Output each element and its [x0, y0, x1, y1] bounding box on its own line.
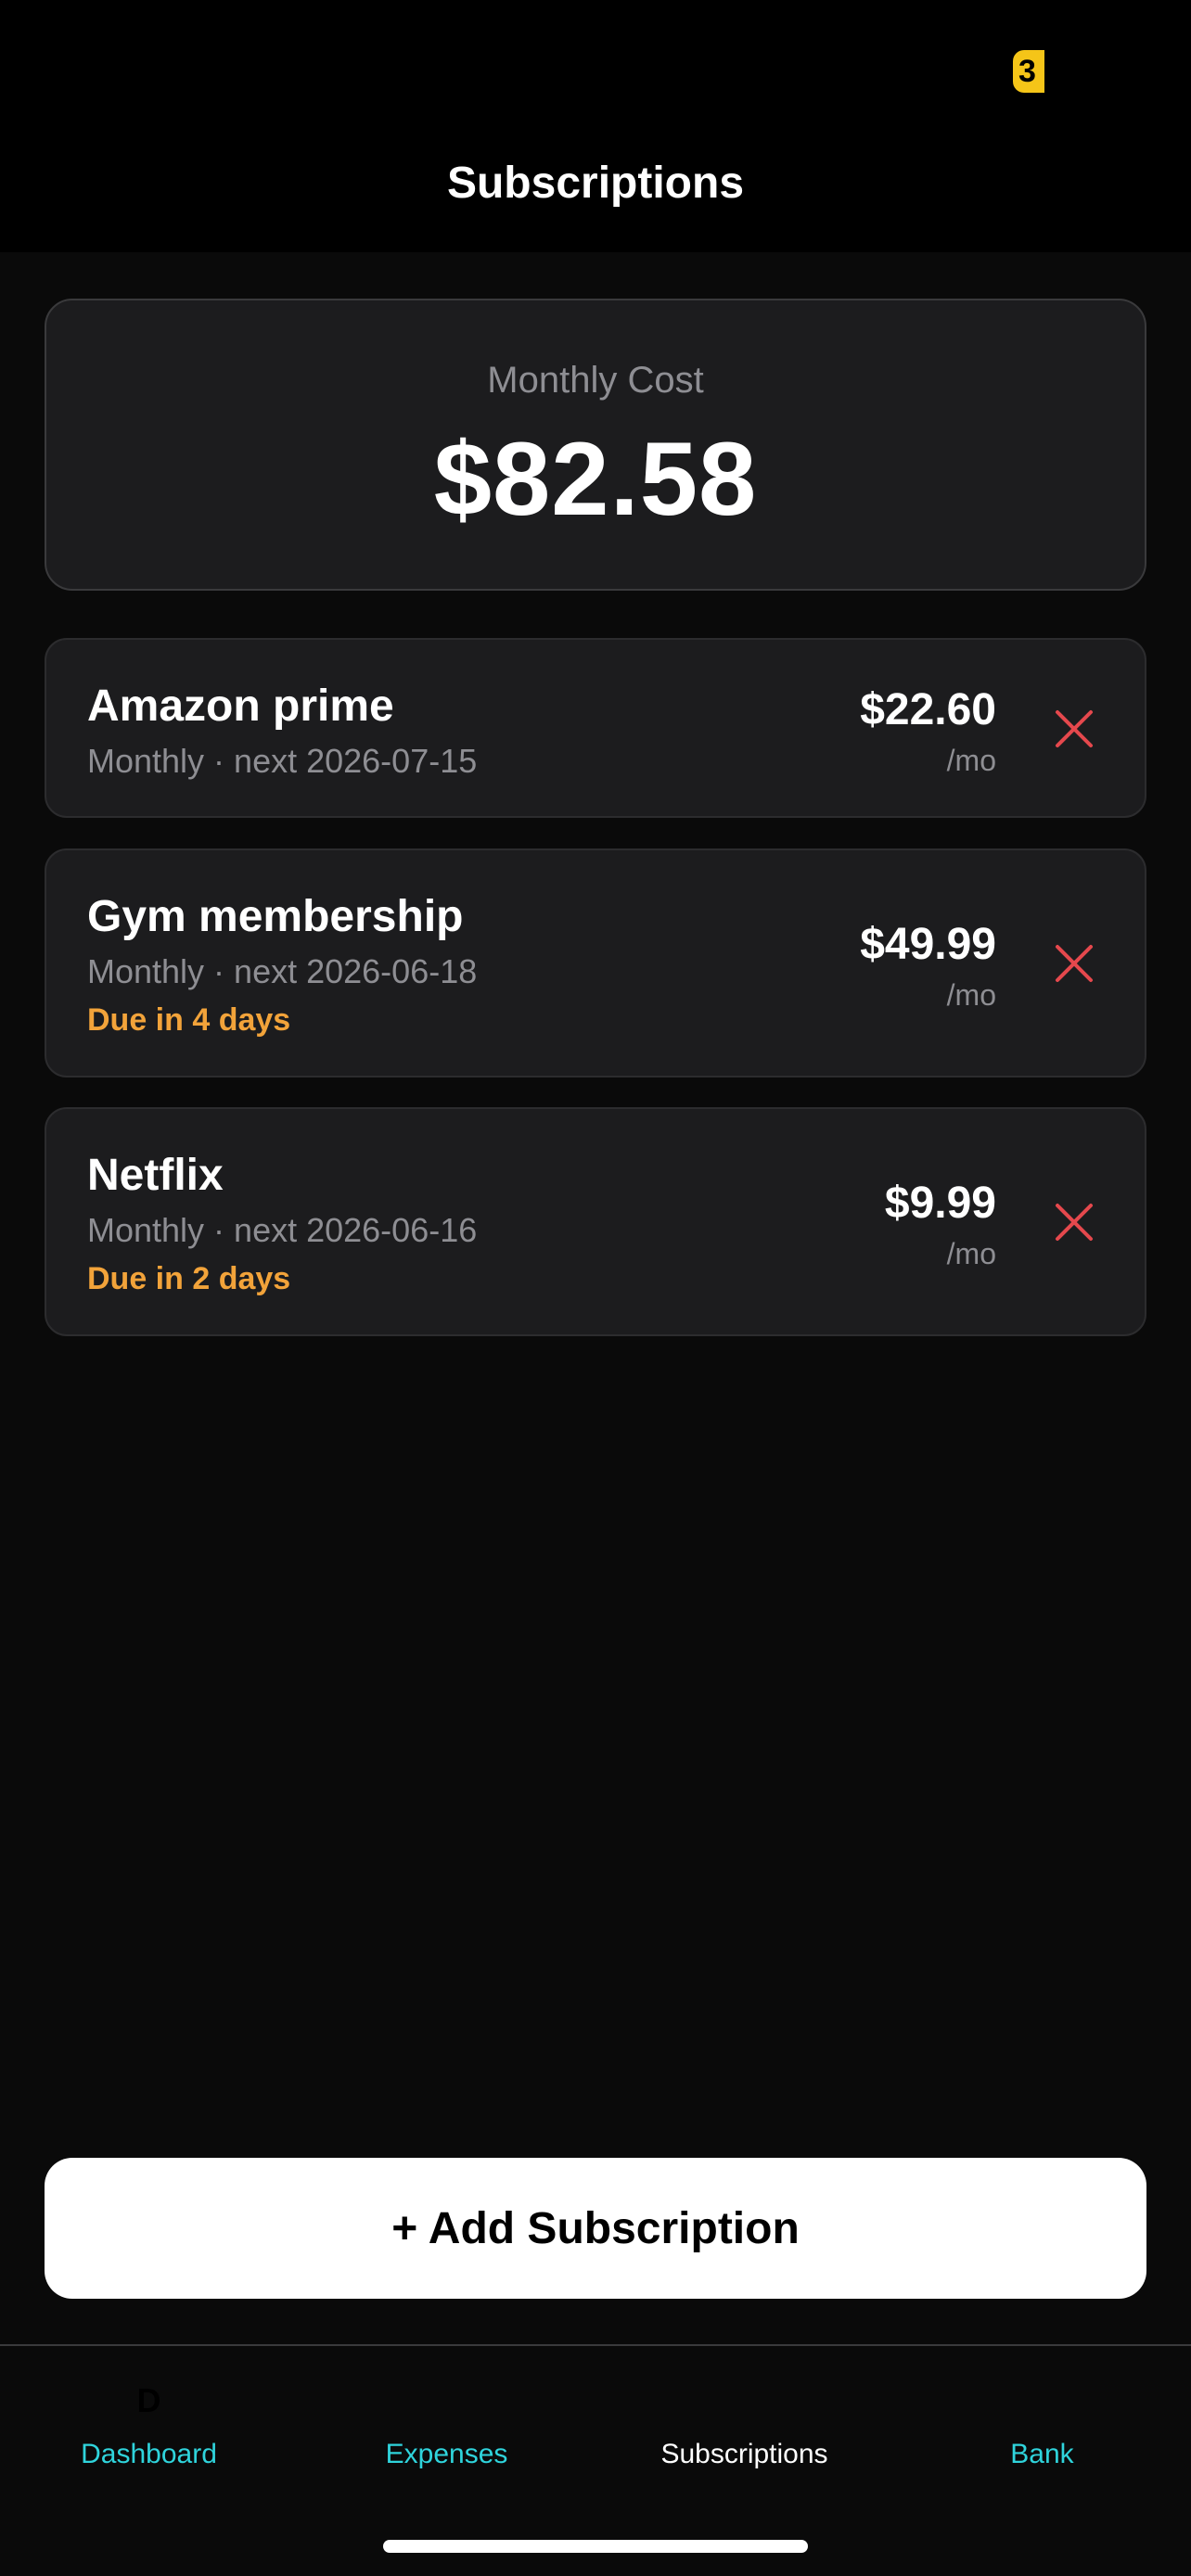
- subscription-meta: Monthly · next 2026-07-15: [87, 742, 478, 780]
- tab-subscriptions[interactable]: Subscriptions: [596, 2346, 893, 2513]
- subscription-name: Netflix: [87, 1151, 224, 1200]
- subscription-row-gym-membership[interactable]: Gym membership Monthly · next 2026-06-18…: [45, 848, 1146, 1078]
- tab-bank[interactable]: Bank: [893, 2346, 1191, 2513]
- close-icon: [1056, 1204, 1093, 1241]
- subscription-meta: Monthly · next 2026-06-18: [87, 952, 478, 990]
- subscription-due-warning: Due in 4 days: [87, 1002, 291, 1038]
- header: 3 Subscriptions: [0, 0, 1191, 252]
- page-title: Subscriptions: [446, 159, 745, 208]
- subscription-name: Amazon prime: [87, 682, 394, 731]
- subscription-row-amazon-prime[interactable]: Amazon prime Monthly · next 2026-07-15 $…: [45, 638, 1146, 818]
- subscription-period: /mo: [946, 744, 996, 777]
- tab-label: Bank: [1010, 2439, 1074, 2469]
- close-icon: [1056, 945, 1093, 982]
- subscription-period: /mo: [946, 1237, 996, 1270]
- tab-expenses[interactable]: Expenses: [298, 2346, 596, 2513]
- delete-subscription-button[interactable]: [1050, 1198, 1098, 1246]
- tab-dashboard[interactable]: D Dashboard: [0, 2346, 298, 2513]
- subscription-due-warning: Due in 2 days: [87, 1261, 291, 1296]
- home-indicator[interactable]: [383, 2540, 808, 2553]
- close-icon: [1056, 710, 1093, 747]
- status-badge: 3: [1013, 50, 1044, 93]
- monthly-cost-value: $82.58: [433, 421, 758, 537]
- delete-subscription-button[interactable]: [1050, 939, 1098, 988]
- monthly-cost-card: Monthly Cost $82.58: [45, 299, 1146, 591]
- subscription-price: $49.99: [860, 920, 996, 969]
- delete-subscription-button[interactable]: [1050, 705, 1098, 753]
- tab-label: Subscriptions: [660, 2439, 828, 2469]
- subscription-price: $9.99: [884, 1179, 996, 1228]
- screen: 3 Subscriptions Monthly Cost $82.58 Amaz…: [0, 0, 1191, 2576]
- tab-label: Dashboard: [81, 2439, 217, 2469]
- subscription-price: $22.60: [860, 685, 996, 734]
- subscription-meta: Monthly · next 2026-06-16: [87, 1211, 478, 1249]
- subscription-period: /mo: [946, 978, 996, 1012]
- monthly-cost-label: Monthly Cost: [487, 360, 704, 401]
- tab-label: Expenses: [385, 2439, 508, 2469]
- dashboard-icon: D: [136, 2381, 161, 2419]
- subscription-name: Gym membership: [87, 892, 464, 941]
- add-subscription-button[interactable]: + Add Subscription: [45, 2158, 1146, 2299]
- subscription-row-netflix[interactable]: Netflix Monthly · next 2026-06-16 Due in…: [45, 1107, 1146, 1336]
